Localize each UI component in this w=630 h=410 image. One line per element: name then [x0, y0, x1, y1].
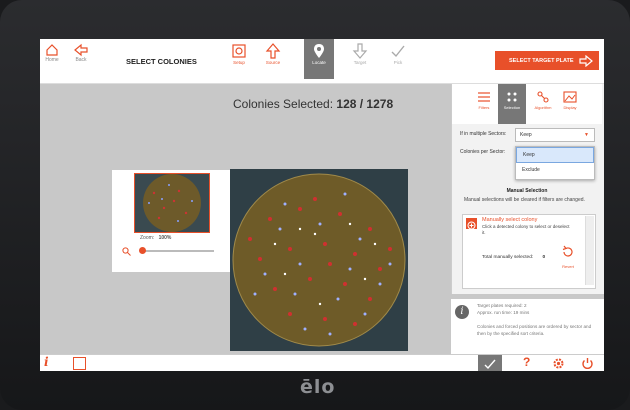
tab-display[interactable]: Display — [556, 90, 584, 110]
colonies-selected-value: 128 / 1278 — [336, 97, 394, 111]
arrow-up-icon — [265, 43, 281, 59]
home-icon — [46, 44, 58, 56]
info-icon: i — [455, 305, 469, 319]
multi-sector-label: If in multiple Sectors: — [460, 131, 507, 137]
colonies-per-sector-label: Colonies per Sector: — [460, 149, 506, 155]
algorithm-icon — [537, 91, 549, 103]
dropdown-option-exclude[interactable]: Exclude — [516, 163, 594, 177]
plate-thumbnail[interactable] — [134, 173, 210, 233]
revert-icon — [562, 245, 573, 257]
main-area: Colonies Selected: 128 / 1278 Zoom: 100% — [40, 84, 450, 354]
manual-item-desc: Click a detected colony to select or des… — [482, 224, 570, 235]
help-icon[interactable]: ? — [523, 355, 530, 369]
selection-icon — [507, 92, 517, 102]
tab-selection[interactable]: Selection — [498, 84, 526, 124]
back-button[interactable]: Back — [70, 43, 92, 63]
zoom-slider-thumb[interactable] — [139, 247, 146, 254]
power-icon[interactable] — [581, 357, 594, 370]
zoom-value: 100% — [158, 235, 172, 241]
revert-label: Revert — [562, 264, 574, 269]
step-locate-label: Locate — [312, 60, 326, 65]
app-screen: Home Back SELECT COLONIES Setup Source L… — [40, 39, 604, 371]
filters-icon — [478, 92, 490, 102]
select-target-plate-label: SELECT TARGET PLATE — [509, 58, 574, 64]
manual-item-title: Manually select colony — [482, 217, 538, 223]
select-target-plate-button[interactable]: SELECT TARGET PLATE — [495, 51, 599, 70]
info-run-time: Approx. run time: 19 mins — [477, 310, 530, 315]
info-italic-icon[interactable]: i — [44, 355, 49, 369]
step-pick-label: Pick — [393, 60, 403, 65]
back-arrow-icon — [74, 43, 88, 57]
total-manual-value: 0 — [542, 255, 546, 260]
colonies-selected-counter: Colonies Selected: 128 / 1278 — [233, 97, 393, 111]
chevron-down-icon: ▼ — [584, 132, 589, 138]
step-source-label: Source — [265, 60, 281, 65]
colonies-selected-label: Colonies Selected: — [233, 97, 337, 111]
step-source[interactable]: Source — [258, 43, 288, 65]
plate-thumbnail-card: Zoom: 100% — [112, 170, 232, 272]
step-pick[interactable]: Pick — [383, 43, 413, 65]
tab-selection-label: Selection — [503, 105, 521, 110]
location-pin-icon — [314, 44, 324, 58]
multi-sector-dropdown: Keep Exclude — [515, 146, 595, 180]
manual-selection-box: Manually select colony Click a detected … — [462, 214, 596, 289]
zoom-slider[interactable] — [139, 247, 214, 254]
add-icon[interactable] — [73, 357, 86, 370]
tab-algorithm[interactable]: Algorithm — [529, 90, 557, 110]
tab-filters-label: Filters — [478, 105, 490, 110]
arrow-right-icon — [579, 55, 593, 67]
brand-logo: ēlo — [300, 376, 336, 398]
total-manual-label: Total manually selected: — [482, 255, 534, 260]
back-label: Back — [75, 57, 87, 63]
home-button[interactable]: Home — [43, 43, 61, 63]
step-locate[interactable]: Locate — [304, 39, 334, 79]
step-setup-label: Setup — [233, 60, 245, 65]
display-icon — [563, 91, 577, 103]
confirm-button[interactable] — [478, 355, 502, 371]
step-setup[interactable]: Setup — [224, 43, 254, 65]
manual-select-toggle[interactable] — [466, 218, 477, 230]
run-info-box: i Target plates required: 2 Approx. run … — [451, 299, 604, 354]
tab-algorithm-label: Algorithm — [534, 105, 552, 110]
zoom-search-icon — [122, 247, 131, 256]
check-icon — [391, 45, 405, 58]
zoom-readout: Zoom: 100% — [140, 235, 171, 241]
info-ordering-note: Colonies and forced positions are ordere… — [477, 324, 592, 336]
step-target[interactable]: Target — [345, 43, 375, 65]
multi-sector-select[interactable]: Keep ▼ — [515, 128, 595, 142]
gear-icon — [232, 44, 246, 58]
step-target-label: Target — [353, 60, 367, 65]
check-confirm-icon — [484, 359, 496, 370]
arrow-down-icon — [352, 43, 368, 59]
page-title: SELECT COLONIES — [126, 57, 197, 66]
settings-panel: Filters Selection Algorithm Display If i… — [451, 84, 604, 294]
bottom-toolbar: i ? — [40, 354, 604, 371]
dropdown-option-keep[interactable]: Keep — [516, 147, 594, 163]
home-label: Home — [45, 57, 59, 63]
zoom-label: Zoom: — [140, 235, 155, 241]
tab-filters[interactable]: Filters — [470, 90, 498, 110]
panel-tabs: Filters Selection Algorithm Display — [452, 84, 602, 124]
settings-gear-icon[interactable] — [552, 357, 565, 370]
manual-selection-note: Manual selections will be cleared if fil… — [464, 197, 585, 203]
tab-display-label: Display — [563, 105, 577, 110]
plate-image[interactable] — [230, 169, 408, 351]
plus-icon — [467, 221, 476, 230]
revert-button[interactable]: Revert — [557, 245, 579, 269]
multi-sector-value: Keep — [520, 132, 532, 138]
manual-selection-title: Manual Selection — [506, 188, 548, 194]
info-target-plates: Target plates required: 2 — [477, 303, 527, 308]
top-toolbar: Home Back SELECT COLONIES Setup Source L… — [40, 39, 604, 84]
total-manual-row: Total manually selected: 0 — [482, 255, 545, 260]
manual-box-scrollbar[interactable] — [585, 216, 594, 285]
